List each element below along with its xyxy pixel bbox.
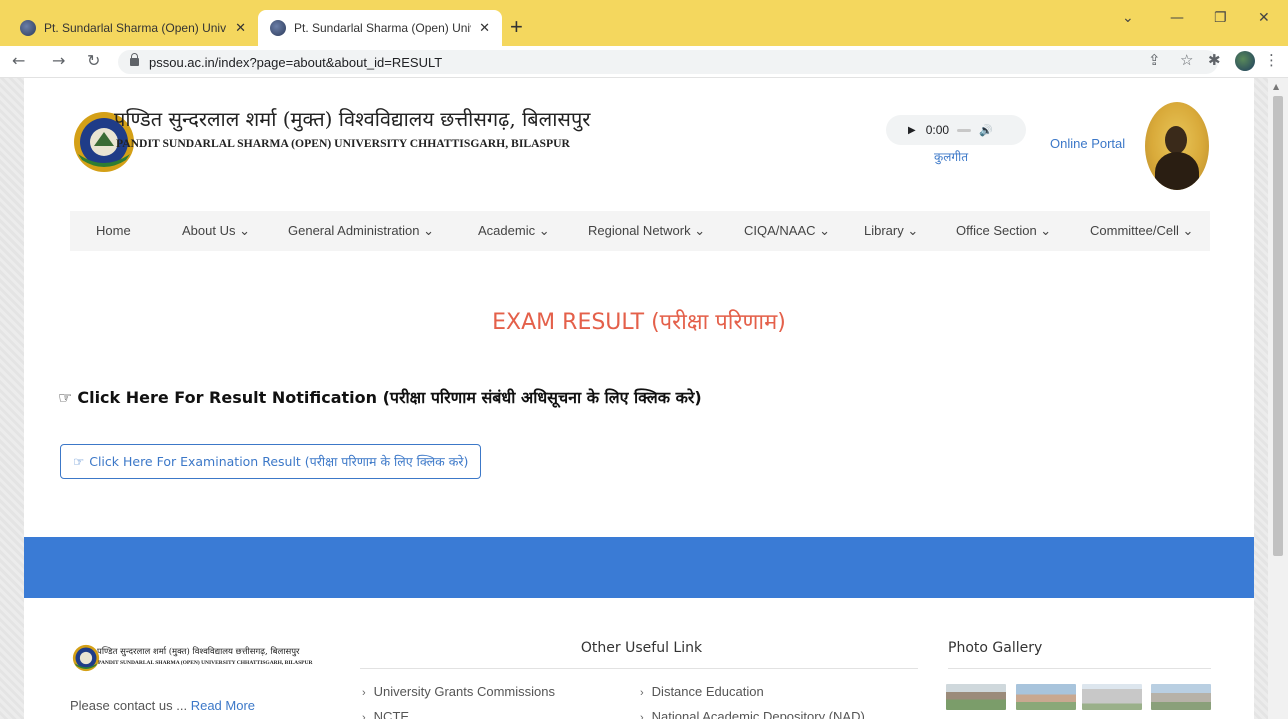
chevron-right-icon: ›: [640, 687, 644, 699]
volume-icon[interactable]: 🔊: [979, 124, 993, 137]
reload-icon[interactable]: ↻: [87, 51, 100, 70]
browser-tab-strip: Pt. Sundarlal Sharma (Open) Univ ✕ Pt. S…: [0, 0, 1288, 46]
tab-search-chevron-icon[interactable]: ⌄: [1122, 10, 1134, 26]
restore-window-button[interactable]: ❐: [1214, 10, 1227, 26]
profile-avatar[interactable]: [1235, 51, 1255, 71]
examination-result-label: Click Here For Examination Result (परीक्…: [89, 454, 469, 469]
chevron-right-icon: ›: [640, 712, 644, 719]
nav-office-section[interactable]: Office Section ⌄: [956, 223, 1051, 239]
result-notification-link[interactable]: ☞ Click Here For Result Notification (परी…: [58, 386, 702, 408]
nav-home[interactable]: Home: [96, 223, 131, 238]
tab-title: Pt. Sundarlal Sharma (Open) Univ: [44, 21, 227, 35]
site-favicon-icon: [270, 20, 286, 36]
link-ncte[interactable]: › NCTE: [362, 709, 409, 719]
examination-result-button[interactable]: ☞ Click Here For Examination Result (परीक…: [60, 444, 482, 479]
useful-links-heading: Other Useful Link: [580, 640, 703, 656]
page-background-right: [1254, 78, 1268, 719]
kulgeet-audio-player[interactable]: ▶ 0:00 🔊: [886, 115, 1026, 145]
link-label: Distance Education: [651, 684, 764, 699]
nav-committee-cell[interactable]: Committee/Cell ⌄: [1090, 223, 1193, 239]
contact-label: Please contact us ...: [70, 698, 188, 713]
bookmark-star-icon[interactable]: ☆: [1180, 51, 1193, 69]
close-window-button[interactable]: ✕: [1258, 10, 1270, 26]
close-tab-icon[interactable]: ✕: [235, 20, 246, 36]
gallery-thumbnail[interactable]: [1016, 684, 1076, 710]
nav-regional-network[interactable]: Regional Network ⌄: [588, 223, 705, 239]
gallery-thumbnail[interactable]: [946, 684, 1006, 710]
nav-about-us[interactable]: About Us ⌄: [182, 223, 250, 239]
online-portal-link[interactable]: Online Portal: [1050, 136, 1125, 151]
main-navigation: Home About Us ⌄ General Administration ⌄…: [70, 211, 1210, 251]
browser-menu-icon[interactable]: ⋮: [1264, 51, 1279, 69]
founder-portrait: [1145, 102, 1209, 190]
hand-pointer-icon: ☞: [73, 454, 85, 469]
url-field[interactable]: pssou.ac.in/index?page=about&about_id=RE…: [118, 50, 1218, 74]
site-favicon-icon: [20, 20, 36, 36]
result-notification-label: Click Here For Result Notification (परीक…: [77, 388, 702, 407]
footer-title-hindi: पण्डित सुन्दरलाल शर्मा (मुक्त) विश्वविद्…: [97, 647, 300, 657]
hand-pointer-icon: ☞: [58, 388, 73, 407]
kulgeet-link[interactable]: कुलगीत: [934, 148, 968, 165]
share-icon[interactable]: ⇪: [1148, 51, 1161, 69]
new-tab-button[interactable]: +: [510, 14, 523, 40]
link-label: NCTE: [373, 709, 410, 719]
footer-title-english: PANDIT SUNDARLAL SHARMA (OPEN) UNIVERSIT…: [98, 660, 313, 666]
link-label: National Academic Depository (NAD): [651, 709, 865, 719]
useful-links-divider: [360, 668, 918, 669]
browser-tab[interactable]: Pt. Sundarlal Sharma (Open) Univ ✕: [8, 10, 258, 46]
audio-progress-bar[interactable]: [957, 128, 972, 132]
link-nad[interactable]: › National Academic Depository (NAD): [640, 709, 865, 719]
lock-icon: [130, 53, 139, 66]
address-bar-row: ← → ↻ pssou.ac.in/index?page=about&about…: [0, 46, 1288, 78]
nav-general-administration[interactable]: General Administration ⌄: [288, 223, 434, 239]
url-text: pssou.ac.in/index?page=about&about_id=RE…: [149, 54, 443, 70]
page-viewport: ▲ पण्डित सुन्दरलाल शर्मा (मुक्त) विश्ववि…: [0, 78, 1288, 719]
play-icon[interactable]: ▶: [908, 125, 916, 136]
scrollbar-thumb[interactable]: [1273, 96, 1283, 556]
chevron-right-icon: ›: [362, 712, 366, 719]
blue-banner: [24, 537, 1254, 598]
footer-logo-icon: [72, 644, 100, 672]
minimize-window-button[interactable]: —: [1170, 10, 1184, 26]
photo-gallery-heading: Photo Gallery: [948, 640, 1043, 656]
back-arrow-icon[interactable]: ←: [12, 51, 25, 70]
tab-title: Pt. Sundarlal Sharma (Open) Univ: [294, 21, 472, 35]
page-background-left: [0, 78, 24, 719]
link-label: University Grants Commissions: [373, 684, 555, 699]
portrait-face: [1165, 126, 1187, 154]
gallery-thumbnail[interactable]: [1082, 684, 1142, 710]
link-ugc[interactable]: › University Grants Commissions: [362, 684, 555, 699]
nav-ciqa-naac[interactable]: CIQA/NAAC ⌄: [744, 223, 830, 239]
browser-tab-active[interactable]: Pt. Sundarlal Sharma (Open) Univ ✕: [258, 10, 502, 46]
page-title: EXAM RESULT (परीक्षा परिणाम): [492, 310, 786, 335]
nav-library[interactable]: Library ⌄: [864, 223, 918, 239]
read-more-link[interactable]: Read More: [191, 698, 255, 713]
gallery-thumbnail[interactable]: [1151, 684, 1211, 710]
scroll-up-arrow-icon[interactable]: ▲: [1273, 82, 1279, 91]
portrait-body: [1155, 152, 1199, 190]
extensions-puzzle-icon[interactable]: ✱: [1208, 51, 1221, 69]
audio-time: 0:00: [925, 123, 950, 137]
nav-academic[interactable]: Academic ⌄: [478, 223, 550, 239]
forward-arrow-icon[interactable]: →: [52, 51, 65, 70]
photo-gallery-divider: [948, 668, 1211, 669]
university-title-english: PANDIT SUNDARLAL SHARMA (OPEN) UNIVERSIT…: [116, 136, 570, 150]
link-distance-education[interactable]: › Distance Education: [640, 684, 764, 699]
chevron-right-icon: ›: [362, 687, 366, 699]
close-tab-icon[interactable]: ✕: [479, 20, 490, 36]
site-page: पण्डित सुन्दरलाल शर्मा (मुक्त) विश्वविद्…: [24, 78, 1254, 719]
university-title-hindi: पण्डित सुन्दरलाल शर्मा (मुक्त) विश्वविद्…: [114, 107, 591, 131]
contact-text: Please contact us ... Read More: [70, 698, 255, 713]
